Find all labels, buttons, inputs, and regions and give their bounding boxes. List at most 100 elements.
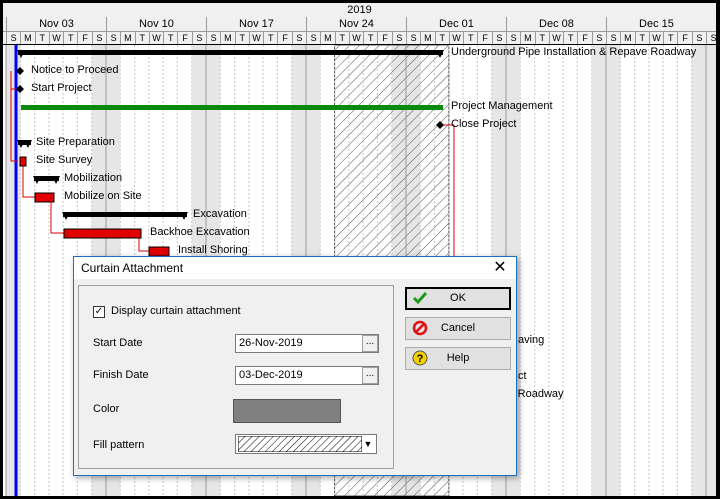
fill-pattern-preview xyxy=(238,436,362,452)
day-label: S xyxy=(105,32,120,44)
day-label: W xyxy=(548,32,563,44)
day-header-row: SMTWTFSSMTWTFSSMTWTFSSMTWTFSSMTWTFSSMTWT… xyxy=(3,32,716,45)
dialog-title: Curtain Attachment xyxy=(81,261,184,275)
day-label: S xyxy=(605,32,620,44)
chevron-down-icon[interactable]: ▼ xyxy=(361,436,375,452)
day-label: T xyxy=(434,32,449,44)
day-label: T xyxy=(563,32,577,44)
day-label: S xyxy=(691,32,706,44)
task-bar xyxy=(63,228,142,239)
cancel-button-label: Cancel xyxy=(440,322,476,334)
ok-button-label: OK xyxy=(450,292,466,304)
day-label: T xyxy=(163,32,177,44)
day-label: F xyxy=(377,32,391,44)
task-label: Notice to Proceed xyxy=(31,64,119,76)
day-label: M xyxy=(520,32,534,44)
week-label: Nov 24 xyxy=(305,17,406,31)
day-label: T xyxy=(234,32,249,44)
start-date-value: 26-Nov-2019 xyxy=(239,337,303,349)
day-label: W xyxy=(448,32,463,44)
task-label: Site Preparation xyxy=(36,136,115,148)
task-label: aving xyxy=(518,334,545,346)
weekend-column xyxy=(6,45,21,496)
day-label: T xyxy=(63,32,77,44)
start-date-picker-button[interactable]: ... xyxy=(362,335,378,352)
day-label: S xyxy=(405,32,420,44)
day-label: T xyxy=(263,32,277,44)
day-label: T xyxy=(363,32,377,44)
curtain-attachment-dialog: Curtain Attachment ✕ ✓ Display curtain a… xyxy=(73,256,517,476)
display-curtain-label: Display curtain attachment xyxy=(111,305,241,317)
day-label: F xyxy=(477,32,491,44)
day-label: M xyxy=(20,32,34,44)
weekend-column xyxy=(605,45,621,496)
day-label: F xyxy=(677,32,691,44)
day-label: W xyxy=(648,32,663,44)
task-bar xyxy=(19,156,27,167)
task-label: Mobilize on Site xyxy=(64,190,142,202)
close-icon[interactable]: ✕ xyxy=(490,258,510,278)
summary-bar xyxy=(63,212,187,217)
day-label: S xyxy=(6,32,20,44)
finish-date-picker-button[interactable]: ... xyxy=(362,367,378,384)
day-label: S xyxy=(491,32,506,44)
day-label: T xyxy=(334,32,349,44)
day-label: S xyxy=(205,32,220,44)
summary-bar xyxy=(18,50,443,55)
start-date-field[interactable]: 26-Nov-2019 xyxy=(235,334,379,353)
day-label: S xyxy=(191,32,206,44)
day-label: T xyxy=(534,32,549,44)
day-label: S xyxy=(91,32,106,44)
task-label: ct xyxy=(518,370,527,382)
dependency-link xyxy=(22,165,35,198)
day-label: F xyxy=(577,32,591,44)
day-label: M xyxy=(420,32,434,44)
day-label: W xyxy=(248,32,263,44)
day-label: F xyxy=(277,32,291,44)
day-label: S xyxy=(391,32,406,44)
day-label: S xyxy=(705,32,716,44)
week-header-row: Nov 03 Nov 10 Nov 17 Nov 24 Dec 01 Dec 08 Dec … xyxy=(3,17,716,32)
day-label: T xyxy=(134,32,149,44)
dependency-link xyxy=(138,237,149,252)
task-label: Excavation xyxy=(193,208,247,220)
ok-button[interactable]: OK xyxy=(405,287,511,310)
year-header: 2019 xyxy=(3,3,716,18)
week-label: Dec 08 xyxy=(505,17,606,31)
task-label: Underground Pipe Installation & Repave R… xyxy=(451,46,697,58)
fill-pattern-label: Fill pattern xyxy=(93,439,145,451)
day-label: M xyxy=(320,32,334,44)
day-label: S xyxy=(591,32,606,44)
help-button-label: Help xyxy=(446,352,470,364)
task-bar xyxy=(34,192,55,203)
day-label: M xyxy=(620,32,634,44)
week-label: Dec 15 xyxy=(605,17,706,31)
week-label: Nov 17 xyxy=(205,17,306,31)
display-curtain-checkbox[interactable]: ✓ xyxy=(93,306,105,318)
task-label: Backhoe Excavation xyxy=(150,226,250,238)
day-label: W xyxy=(48,32,63,44)
progress-bar xyxy=(21,105,443,110)
task-label: Project Management xyxy=(451,100,553,112)
help-button[interactable]: ? Help xyxy=(405,347,511,370)
day-label: T xyxy=(34,32,49,44)
color-label: Color xyxy=(93,403,120,415)
day-label: T xyxy=(663,32,677,44)
day-label: F xyxy=(177,32,191,44)
task-label: Site Survey xyxy=(36,154,93,166)
task-label: Mobilization xyxy=(64,172,123,184)
settings-panel: ✓ Display curtain attachment Start Date … xyxy=(78,285,394,469)
task-bar xyxy=(148,246,170,257)
finish-date-field[interactable]: 03-Dec-2019 xyxy=(235,366,379,385)
finish-date-value: 03-Dec-2019 xyxy=(239,369,303,381)
day-label: F xyxy=(77,32,91,44)
color-swatch-button[interactable] xyxy=(233,399,341,423)
day-label: M xyxy=(120,32,134,44)
weekend-column xyxy=(705,45,716,496)
dialog-title-bar[interactable]: Curtain Attachment ✕ xyxy=(74,257,516,279)
day-label: S xyxy=(305,32,320,44)
weekend-column xyxy=(691,45,706,496)
fill-pattern-select[interactable]: ▼ xyxy=(235,434,377,454)
cancel-button[interactable]: Cancel xyxy=(405,317,511,340)
day-label: W xyxy=(348,32,363,44)
